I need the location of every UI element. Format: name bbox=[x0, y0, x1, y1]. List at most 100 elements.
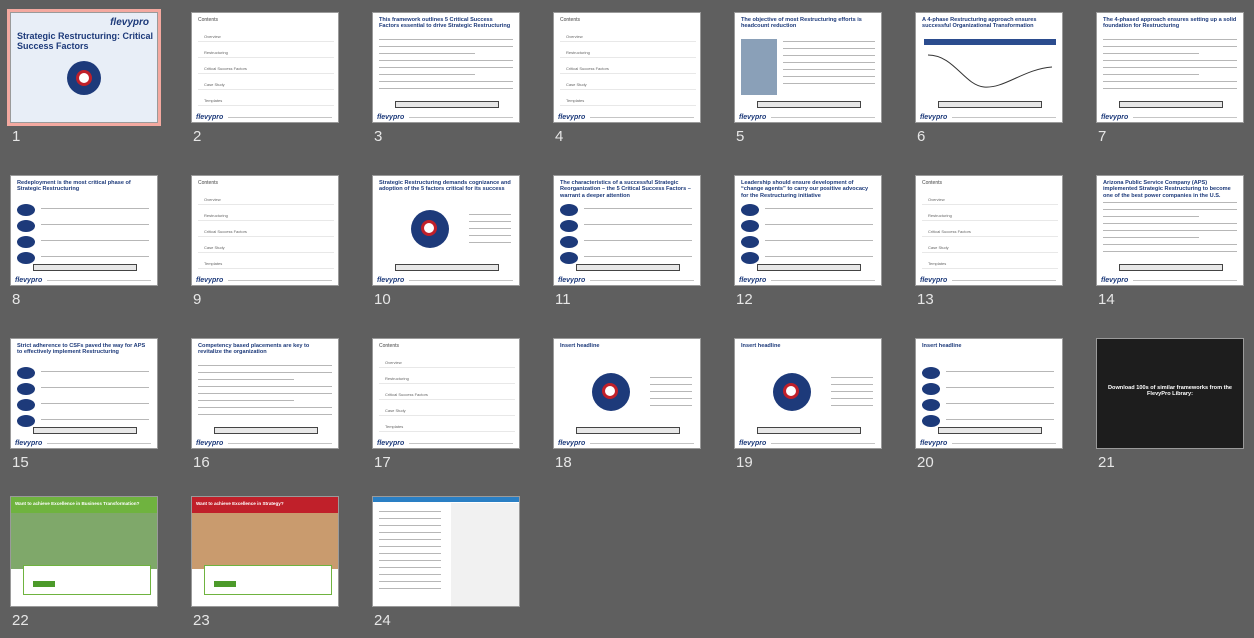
slide-preview[interactable]: Redeployment is the most critical phase … bbox=[10, 175, 158, 286]
slide-thumbnail-8[interactable]: Redeployment is the most critical phase … bbox=[0, 163, 160, 313]
slide-thumbnail-17[interactable]: Contents Overview Restructuring Critical Su… bbox=[362, 326, 522, 476]
slide-title: Leadership should ensure development of … bbox=[741, 180, 869, 199]
slide-title: Insert headline bbox=[922, 343, 962, 349]
slide-thumbnail-11[interactable]: The characteristics of a successful Stra… bbox=[543, 163, 703, 313]
slide-preview[interactable]: Insert headline flevypro bbox=[734, 338, 882, 449]
slide-thumbnail-10[interactable]: Strategic Restructuring demands cognizan… bbox=[362, 163, 522, 313]
slide-heading: Contents bbox=[379, 343, 400, 349]
slide-preview[interactable]: Contents Overview Restructuring Critical Su… bbox=[372, 338, 520, 449]
contents-item: Critical Success Factors bbox=[560, 63, 696, 74]
slide-thumbnail-18[interactable]: Insert headline flevypro 18 bbox=[543, 326, 703, 476]
contents-item: Templates bbox=[922, 258, 1058, 269]
slide-title: Redeployment is the most critical phase … bbox=[17, 180, 131, 193]
slide-preview[interactable]: A 4-phase Restructuring approach ensures… bbox=[915, 12, 1063, 123]
slide-preview[interactable]: Insert headline flevypro bbox=[915, 338, 1063, 449]
bullet-marker bbox=[560, 204, 578, 216]
slide-title: The characteristics of a successful Stra… bbox=[560, 180, 691, 199]
slide-footer: flevypro bbox=[192, 113, 338, 122]
slide-number: 14 bbox=[1098, 291, 1115, 308]
slide-photo bbox=[192, 513, 338, 569]
bullet-marker bbox=[17, 415, 35, 427]
contents-item: Restructuring bbox=[198, 47, 334, 58]
contents-item: Overview bbox=[560, 31, 696, 42]
slide-thumbnail-4[interactable]: Contents Overview Restructuring Critical Su… bbox=[543, 0, 703, 150]
bullet-marker bbox=[922, 367, 940, 379]
slide-thumbnail-15[interactable]: Strict adherence to CSFs paved the way f… bbox=[0, 326, 160, 476]
slide-thumbnail-6[interactable]: A 4-phase Restructuring approach ensures… bbox=[905, 0, 1065, 150]
slide-thumbnail-5[interactable]: The objective of most Restructuring effo… bbox=[724, 0, 884, 150]
slide-preview[interactable]: The characteristics of a successful Stra… bbox=[553, 175, 701, 286]
slide-preview[interactable]: Strict adherence to CSFs paved the way f… bbox=[10, 338, 158, 449]
slide-thumbnail-7[interactable]: The 4-phased approach ensures setting up… bbox=[1086, 0, 1246, 150]
slide-number: 12 bbox=[736, 291, 753, 308]
flevypro-logo: flevypro bbox=[739, 440, 767, 447]
contents-item: Case Study bbox=[198, 79, 334, 90]
bullet-marker bbox=[922, 415, 940, 427]
slide-preview[interactable]: Download 100s of similar frameworks from… bbox=[1096, 338, 1244, 449]
bullet-marker bbox=[741, 252, 759, 264]
takeaway-box bbox=[576, 264, 680, 271]
slide-thumbnail-20[interactable]: Insert headline flevypro 20 bbox=[905, 326, 1065, 476]
bullet-marker bbox=[922, 383, 940, 395]
slide-number: 22 bbox=[12, 612, 29, 629]
slide-preview[interactable]: Contents Overview Restructuring Critical Su… bbox=[915, 175, 1063, 286]
slide-footer: flevypro bbox=[916, 439, 1062, 448]
slide-thumbnail-19[interactable]: Insert headline flevypro 19 bbox=[724, 326, 884, 476]
contents-item: Templates bbox=[198, 258, 334, 269]
slide-heading: Contents bbox=[560, 17, 581, 23]
takeaway-box bbox=[938, 101, 1042, 108]
slide-footer: flevypro bbox=[11, 439, 157, 448]
target-icon bbox=[411, 210, 449, 248]
slide-preview[interactable]: Contents Overview Restructuring Critical Su… bbox=[553, 12, 701, 123]
slide-preview[interactable]: Arizona Public Service Company (APS) imp… bbox=[1096, 175, 1244, 286]
slide-number: 9 bbox=[193, 291, 202, 308]
slide-number: 8 bbox=[12, 291, 21, 308]
flevypro-logo: flevypro bbox=[920, 277, 948, 284]
slide-preview[interactable]: Contents Overview Restructuring Critical Su… bbox=[191, 175, 339, 286]
takeaway-box bbox=[938, 427, 1042, 434]
slide-thumbnail-1[interactable]: flevypro Strategic Restructuring: Critica… bbox=[0, 0, 161, 150]
slide-thumbnail-22[interactable]: Want to achieve Excellence in Business T… bbox=[0, 484, 160, 634]
flevypro-logo: flevypro bbox=[196, 440, 224, 447]
slide-preview[interactable]: Insert headline flevypro bbox=[553, 338, 701, 449]
slide-thumbnail-23[interactable]: Want to achieve Excellence in Strategy? 2… bbox=[181, 484, 341, 634]
bullet-marker bbox=[741, 204, 759, 216]
slide-title: Insert headline bbox=[560, 343, 600, 349]
slide-preview[interactable]: The 4-phased approach ensures setting up… bbox=[1096, 12, 1244, 123]
slide-thumbnail-12[interactable]: Leadership should ensure development of … bbox=[724, 163, 884, 313]
contents-item: Restructuring bbox=[560, 47, 696, 58]
slide-thumbnail-24[interactable]: 24 bbox=[362, 484, 522, 634]
slide-thumbnail-3[interactable]: This framework outlines 5 Critical Succe… bbox=[362, 0, 522, 150]
slide-preview[interactable]: The objective of most Restructuring effo… bbox=[734, 12, 882, 123]
slide-preview[interactable]: Leadership should ensure development of … bbox=[734, 175, 882, 286]
slide-preview[interactable] bbox=[372, 496, 520, 607]
slide-thumbnail-2[interactable]: Contents Overview Restructuring Critical Su… bbox=[181, 0, 341, 150]
slide-number: 16 bbox=[193, 454, 210, 471]
learn-more-button bbox=[33, 581, 55, 587]
contents-item: Restructuring bbox=[379, 373, 515, 384]
slide-thumbnail-9[interactable]: Contents Overview Restructuring Critical Su… bbox=[181, 163, 341, 313]
slide-footer: flevypro bbox=[373, 276, 519, 285]
slide-sorter-grid: flevypro Strategic Restructuring: Critica… bbox=[0, 0, 1254, 638]
slide-number: 4 bbox=[555, 128, 564, 145]
bullet-marker bbox=[741, 236, 759, 248]
slide-thumbnail-16[interactable]: Competency based placements are key to r… bbox=[181, 326, 341, 476]
slide-heading: Contents bbox=[922, 180, 943, 186]
slide-title: Strategic Restructuring demands cognizan… bbox=[379, 180, 511, 193]
slide-preview[interactable]: Want to achieve Excellence in Strategy? bbox=[191, 496, 339, 607]
slide-preview[interactable]: This framework outlines 5 Critical Succe… bbox=[372, 12, 520, 123]
slide-preview[interactable]: Competency based placements are key to r… bbox=[191, 338, 339, 449]
slide-title: This framework outlines 5 Critical Succe… bbox=[379, 17, 511, 30]
slide-thumbnail-14[interactable]: Arizona Public Service Company (APS) imp… bbox=[1086, 163, 1246, 313]
contents-item: Templates bbox=[198, 95, 334, 106]
contents-item: Overview bbox=[922, 194, 1058, 205]
slide-preview[interactable]: flevypro Strategic Restructuring: Critica… bbox=[7, 9, 161, 126]
slide-thumbnail-13[interactable]: Contents Overview Restructuring Critical Su… bbox=[905, 163, 1065, 313]
slide-thumbnail-21[interactable]: Download 100s of similar frameworks from… bbox=[1086, 326, 1246, 476]
target-icon bbox=[773, 373, 811, 411]
slide-number: 2 bbox=[193, 128, 202, 145]
slide-preview[interactable]: Contents Overview Restructuring Critical Su… bbox=[191, 12, 339, 123]
slide-preview[interactable]: Want to achieve Excellence in Business T… bbox=[10, 496, 158, 607]
slide-footer: flevypro bbox=[192, 276, 338, 285]
slide-preview[interactable]: Strategic Restructuring demands cognizan… bbox=[372, 175, 520, 286]
